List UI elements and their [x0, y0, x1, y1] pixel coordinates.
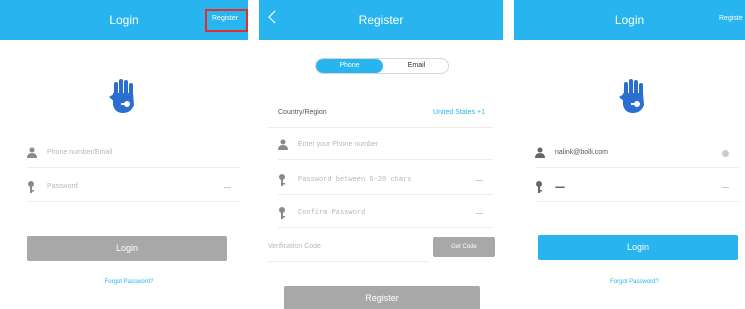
- phone-number-placeholder: Enter your Phone number: [298, 141, 379, 148]
- country-region-row[interactable]: Country/Region United States +1: [268, 100, 493, 128]
- person-icon: [535, 147, 545, 158]
- person-icon: [278, 139, 288, 150]
- password-placeholder: Password: [47, 183, 78, 190]
- password-placeholder: Password between 6-20 chars: [298, 176, 412, 184]
- phone-email-field[interactable]: nalink@bolli.com: [535, 140, 739, 168]
- eye-icon[interactable]: [476, 180, 483, 181]
- register-link[interactable]: Registe: [719, 15, 743, 22]
- register-button[interactable]: Register: [284, 286, 480, 309]
- password-field[interactable]: Password between 6-20 chars: [278, 167, 493, 195]
- password-field[interactable]: ••••••••••••: [535, 174, 739, 202]
- password-mask: ••••••••••••: [555, 185, 565, 191]
- forgot-password-link[interactable]: Forgot Password?: [10, 279, 248, 285]
- tab-phone[interactable]: Phone: [316, 59, 383, 73]
- login-button[interactable]: Login: [538, 235, 738, 260]
- register-header: Register: [259, 0, 503, 40]
- page-title: Login: [614, 13, 645, 27]
- key-icon: [28, 181, 34, 193]
- phone-email-toggle: Phone Email: [315, 58, 449, 74]
- forgot-password-link[interactable]: Forgot Password?: [524, 279, 745, 285]
- phone-email-placeholder: Phone number/Email: [47, 149, 113, 156]
- key-icon: [536, 181, 542, 193]
- hand-key-icon: [619, 79, 644, 113]
- eye-icon[interactable]: [722, 187, 729, 188]
- email-value: nalink@bolli.com: [555, 149, 609, 156]
- page-title: Register: [358, 13, 404, 27]
- hand-key-icon: [109, 79, 134, 113]
- login-filled-screen: Login Registe nalink@bolli.com •••••••••…: [514, 0, 745, 309]
- verification-code-field[interactable]: Verification Code: [268, 234, 428, 262]
- login-header: Login Registe: [514, 0, 745, 40]
- phone-email-field[interactable]: Phone number/Email: [27, 140, 241, 168]
- country-region-value: United States +1: [433, 109, 485, 116]
- confirm-password-placeholder: Confirm Password: [298, 209, 366, 217]
- phone-number-field[interactable]: Enter your Phone number: [278, 132, 493, 160]
- verification-code-placeholder: Verification Code: [268, 243, 321, 250]
- key-icon: [279, 174, 285, 186]
- password-field[interactable]: Password: [27, 174, 241, 202]
- eye-icon[interactable]: [476, 213, 483, 214]
- tab-email[interactable]: Email: [383, 59, 448, 73]
- clear-icon[interactable]: [722, 150, 729, 157]
- login-button[interactable]: Login: [27, 236, 227, 261]
- login-screen: Login Register Phone number/Email Passwo…: [0, 0, 248, 309]
- register-screen: Register Phone Email Country/Region Unit…: [259, 0, 503, 309]
- country-region-label: Country/Region: [278, 109, 327, 116]
- person-icon: [27, 147, 37, 158]
- get-code-button[interactable]: Get Code: [433, 237, 495, 257]
- eye-icon[interactable]: [224, 187, 231, 188]
- key-icon: [279, 207, 285, 219]
- register-highlight-box: [205, 9, 248, 32]
- confirm-password-field[interactable]: Confirm Password: [278, 200, 493, 228]
